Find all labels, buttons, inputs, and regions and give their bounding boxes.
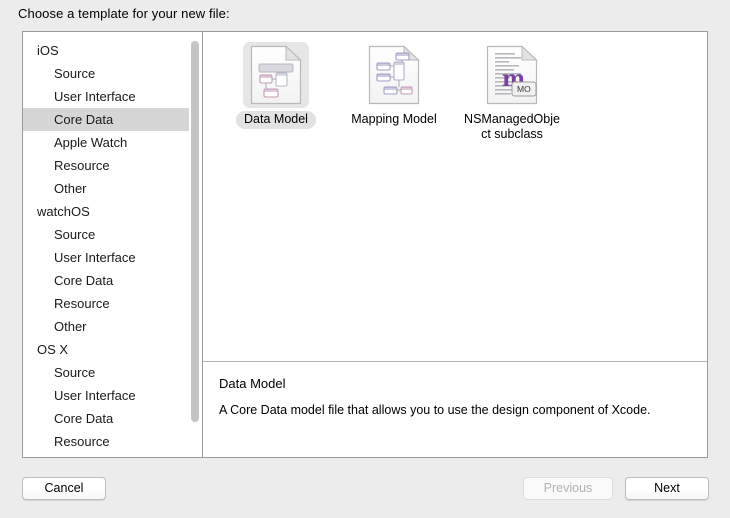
sidebar-scrollbar-thumb[interactable] <box>191 41 199 422</box>
sidebar-item-source[interactable]: Source <box>23 62 189 85</box>
sidebar-item-ios[interactable]: iOS <box>23 39 189 62</box>
sidebar-item-core-data[interactable]: Core Data <box>23 407 189 430</box>
data-model-document-icon <box>243 42 309 108</box>
sidebar-item-os-x[interactable]: OS X <box>23 338 189 361</box>
sidebar-item-resource[interactable]: Resource <box>23 430 189 453</box>
next-button[interactable]: Next <box>625 477 709 500</box>
sidebar-item-resource[interactable]: Resource <box>23 154 189 177</box>
cancel-button[interactable]: Cancel <box>22 477 106 500</box>
sidebar-item-core-data[interactable]: Core Data <box>23 269 189 292</box>
sidebar-scrollbar-track[interactable] <box>189 32 200 457</box>
mapping-model-document-icon <box>361 42 427 108</box>
sidebar-list: iOS Source User Interface Core Data Apple Wa… <box>23 39 189 453</box>
new-file-template-dialog: Choose a template for your new file: iOS… <box>0 0 730 518</box>
nsmanagedobject-subclass-document-icon: m MO <box>479 42 545 108</box>
template-tile-mapping-model[interactable]: Mapping Model <box>335 40 453 129</box>
template-tile-nsmanagedobject-subclass[interactable]: m MO NSManagedObject subclass <box>453 40 571 144</box>
sidebar-item-user-interface[interactable]: User Interface <box>23 85 189 108</box>
template-tile-label: Data Model <box>236 111 316 129</box>
platform-category-sidebar[interactable]: iOS Source User Interface Core Data Apple Wa… <box>23 32 203 457</box>
template-icon-grid[interactable]: Data Model Mapping Model m MO NSManagedObjec… <box>203 32 707 361</box>
template-tile-label: Mapping Model <box>351 112 437 126</box>
sidebar-item-core-data[interactable]: Core Data <box>23 108 189 131</box>
template-tile-data-model[interactable]: Data Model <box>217 40 335 129</box>
sidebar-item-other[interactable]: Other <box>23 315 189 338</box>
page-title: Choose a template for your new file: <box>18 6 230 21</box>
sidebar-item-user-interface[interactable]: User Interface <box>23 246 189 269</box>
previous-button: Previous <box>523 477 613 500</box>
sidebar-item-source[interactable]: Source <box>23 361 189 384</box>
description-title: Data Model <box>219 376 286 391</box>
description-body: A Core Data model file that allows you t… <box>219 403 651 417</box>
sidebar-item-apple-watch[interactable]: Apple Watch <box>23 131 189 154</box>
sidebar-item-resource[interactable]: Resource <box>23 292 189 315</box>
sidebar-item-watchos[interactable]: watchOS <box>23 200 189 223</box>
template-tile-label: NSManagedObject subclass <box>464 112 560 141</box>
template-browser-panel: iOS Source User Interface Core Data Apple Wa… <box>22 31 708 458</box>
sidebar-item-user-interface[interactable]: User Interface <box>23 384 189 407</box>
template-description-pane: Data Model A Core Data model file that a… <box>203 361 707 457</box>
sidebar-item-source[interactable]: Source <box>23 223 189 246</box>
svg-text:MO: MO <box>517 84 531 94</box>
sidebar-item-other[interactable]: Other <box>23 177 189 200</box>
template-content-column: Data Model Mapping Model m MO NSManagedObjec… <box>203 32 707 457</box>
